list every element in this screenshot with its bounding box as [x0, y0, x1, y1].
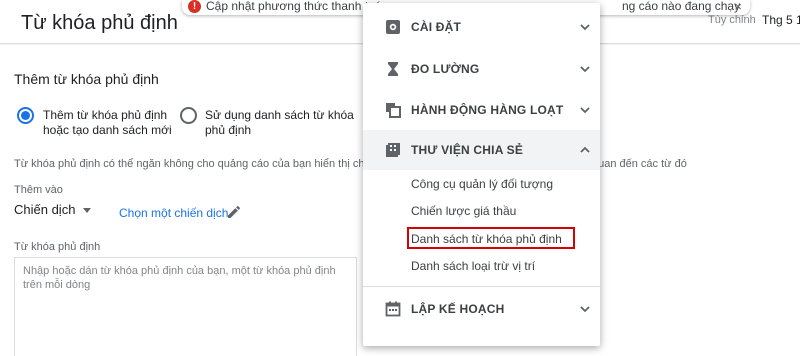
pencil-icon[interactable] [226, 204, 242, 220]
menu-item-label: HÀNH ĐỘNG HÀNG LOẠT [411, 103, 564, 117]
menu-item-measurement[interactable]: ĐO LƯỜNG [363, 49, 600, 89]
radio-new-keywords[interactable] [17, 107, 34, 124]
submenu-item-placement-exclusion-lists[interactable]: Danh sách loại trừ vị trí [411, 259, 535, 273]
tools-menu: CÀI ĐẶT ĐO LƯỜNG HÀNH ĐỘNG HÀNG LOẠT THƯ… [363, 3, 600, 346]
menu-item-planning[interactable]: LẬP KẾ HOẠCH [363, 289, 600, 329]
choose-campaign-link[interactable]: Chọn một chiến dịch [119, 206, 228, 220]
highlight-box [407, 227, 575, 249]
section-title: Thêm từ khóa phủ định [14, 71, 159, 87]
submenu-item-audience-manager[interactable]: Công cụ quản lý đối tượng [411, 177, 553, 191]
date-range-value[interactable]: Thg 5 1 [762, 13, 800, 27]
keywords-input[interactable] [14, 257, 357, 356]
close-icon[interactable]: × [734, 0, 742, 14]
menu-divider [363, 286, 600, 287]
library-icon [386, 143, 400, 157]
error-icon: ! [188, 0, 201, 13]
date-range-hint[interactable]: Tùy chỉnh [708, 14, 756, 26]
radio-use-list[interactable] [180, 107, 197, 124]
radio-new-keywords-label[interactable]: Thêm từ khóa phủ định hoặc tạo danh sách… [43, 108, 173, 138]
submenu-item-bid-strategies[interactable]: Chiến lược giá thầu [411, 204, 516, 218]
dropdown-arrow-icon [83, 208, 92, 214]
description-text: Từ khóa phủ định có thể ngăn không cho q… [14, 158, 365, 170]
chevron-down-icon [580, 306, 590, 313]
add-to-label: Thêm vào [14, 184, 63, 196]
notification-text-start: Cập nhật phương thức thanh toá [206, 0, 382, 13]
page-title: Từ khóa phủ định [21, 12, 178, 34]
menu-item-shared-library[interactable]: THƯ VIỆN CHIA SẺ [363, 130, 600, 170]
calendar-icon [385, 301, 401, 317]
menu-item-label: ĐO LƯỜNG [411, 62, 480, 76]
chevron-up-icon [580, 146, 590, 153]
notification-text-end: ng cáo nào đang chạy [622, 0, 741, 13]
menu-item-label: LẬP KẾ HOẠCH [411, 302, 505, 316]
keywords-label: Từ khóa phủ định [14, 241, 101, 253]
menu-item-label: CÀI ĐẶT [411, 20, 462, 34]
chevron-down-icon [580, 66, 590, 73]
chevron-down-icon [580, 24, 590, 31]
level-dropdown-value: Chiến dịch [14, 202, 76, 217]
menu-item-bulk-actions[interactable]: HÀNH ĐỘNG HÀNG LOẠT [363, 90, 600, 130]
menu-item-settings[interactable]: CÀI ĐẶT [363, 7, 600, 47]
hourglass-icon [388, 62, 398, 76]
copy-icon [386, 103, 401, 118]
chevron-down-icon [580, 107, 590, 114]
menu-item-label: THƯ VIỆN CHIA SẺ [411, 143, 524, 157]
level-dropdown[interactable]: Chiến dịch [14, 202, 92, 217]
radio-use-list-label[interactable]: Sử dụng danh sách từ khóa phủ định [205, 108, 355, 138]
description-text-tail: quan đến các từ đó [592, 158, 687, 170]
gear-icon [386, 20, 400, 34]
